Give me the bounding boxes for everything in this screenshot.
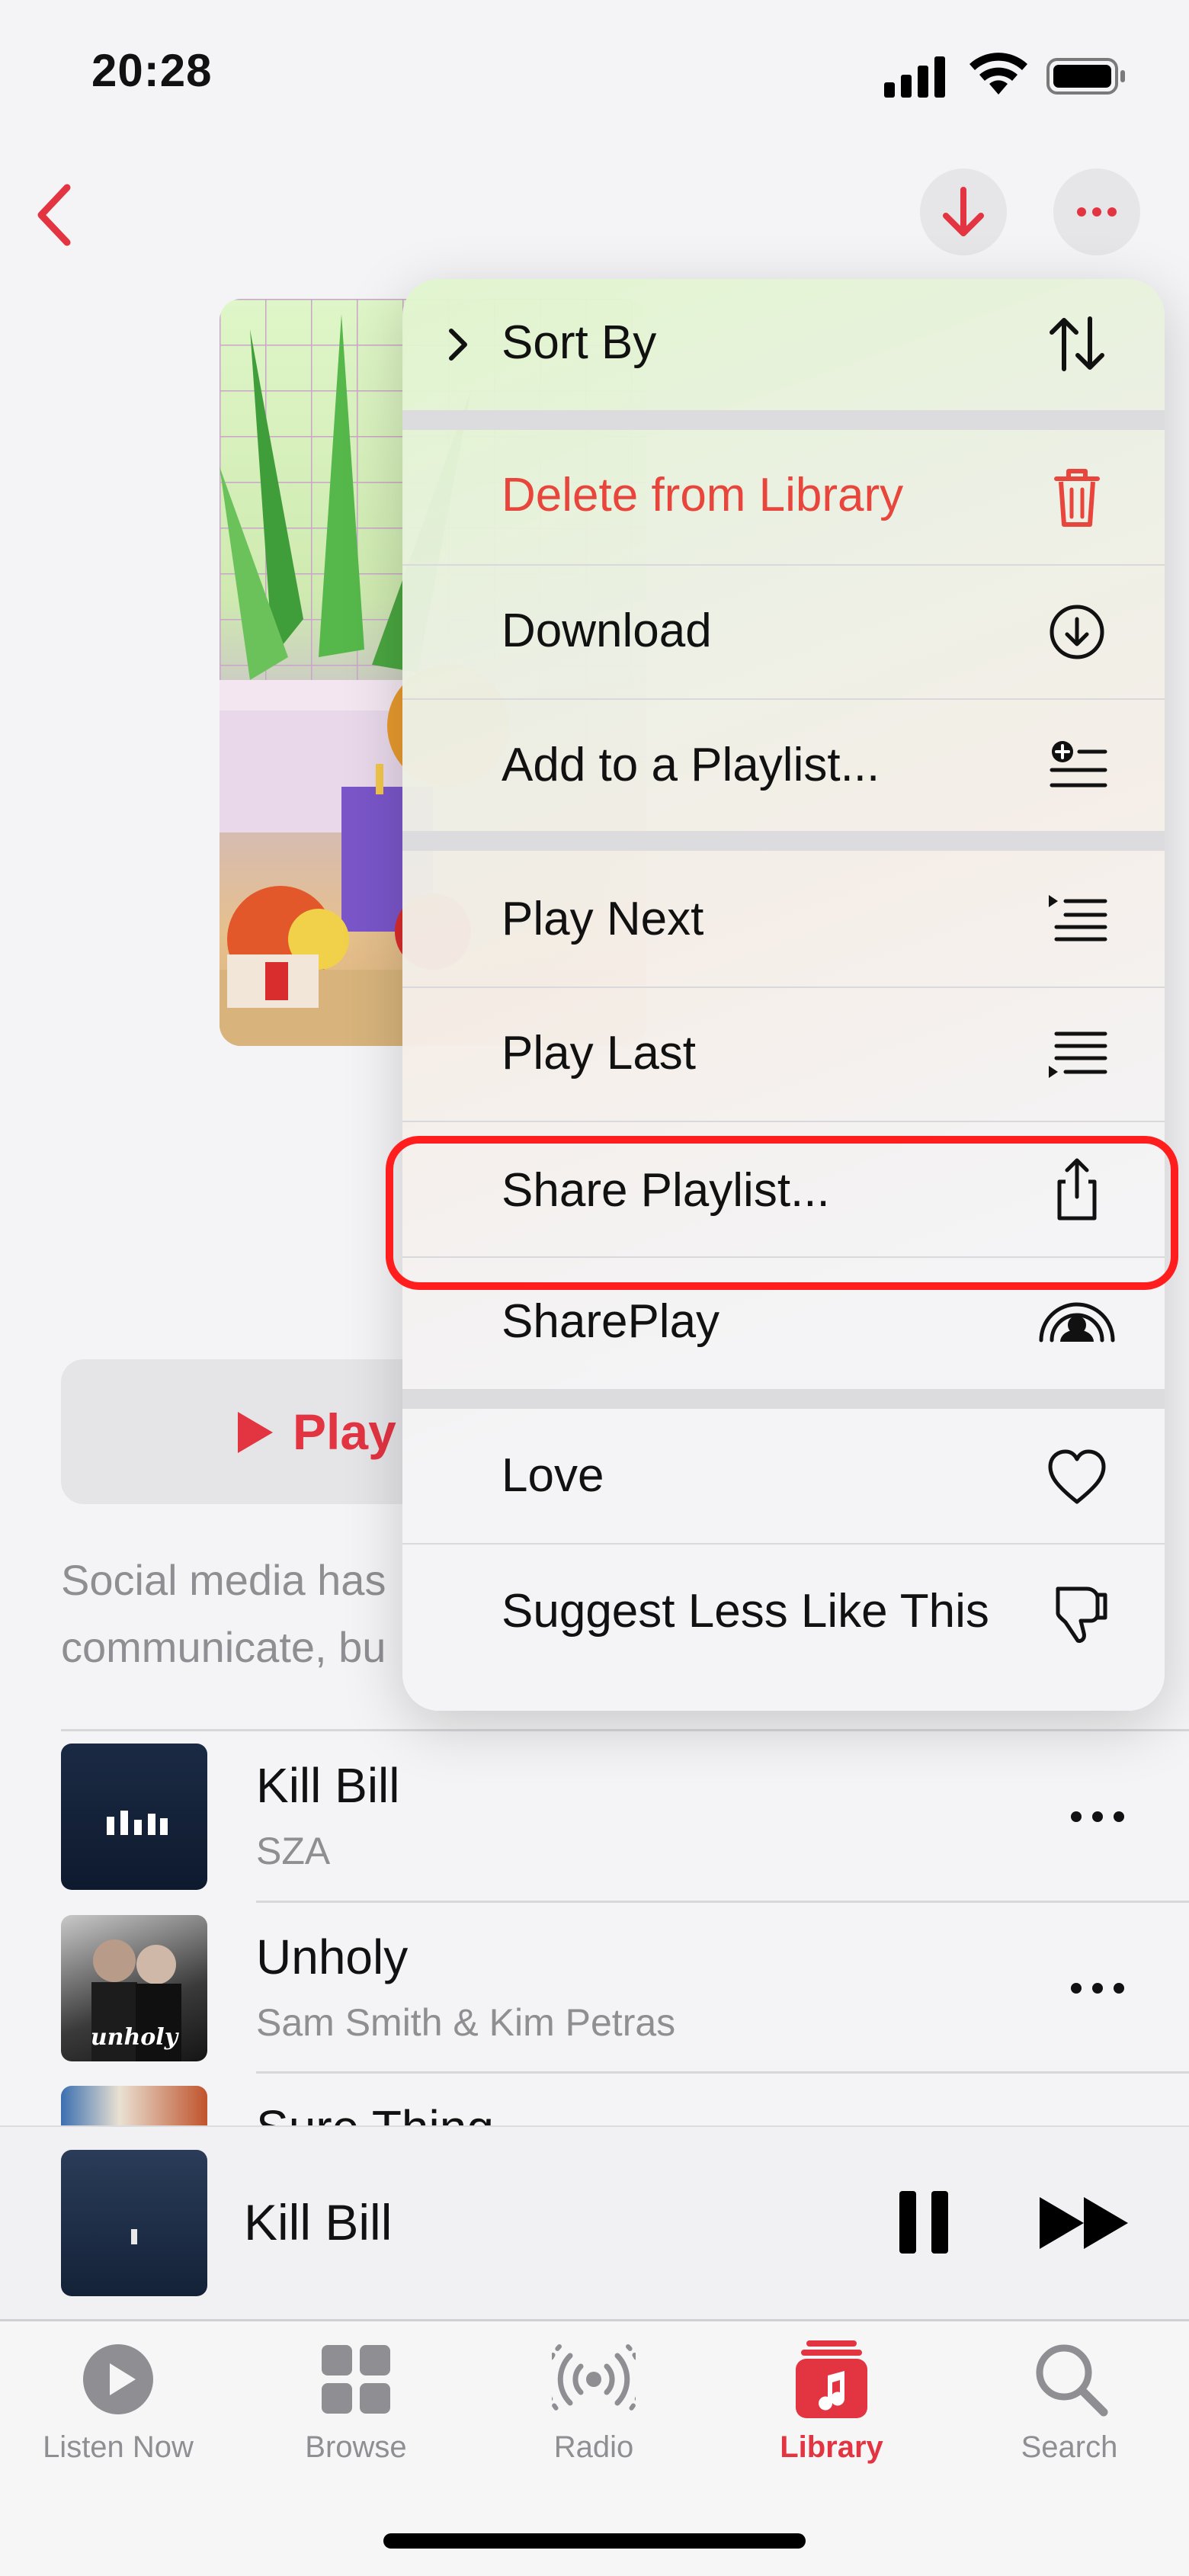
download-arrow-icon [943, 187, 984, 236]
playlist-description: communicate, bu [61, 1623, 386, 1671]
playlist-description: Social media has [61, 1556, 386, 1604]
status-icons [884, 53, 1125, 98]
add-to-playlist-icon [1050, 741, 1107, 788]
menu-separator [402, 1389, 1165, 1409]
library-icon [796, 2340, 867, 2418]
track-row[interactable]: Kill Bill SZA [0, 1731, 1189, 1902]
tab-listen-now[interactable]: Listen Now [8, 2333, 229, 2485]
tab-label: Listen Now [43, 2430, 194, 2464]
trash-icon [1054, 469, 1100, 527]
menu-item-play-next[interactable]: Play Next [402, 851, 1165, 986]
menu-item-add-to-playlist[interactable]: Add to a Playlist... [402, 700, 1165, 831]
menu-item-label: Love [502, 1449, 604, 1502]
tab-label: Browse [305, 2430, 407, 2464]
menu-item-label: Suggest Less Like This [502, 1585, 989, 1638]
play-button-label: Play [293, 1403, 396, 1460]
shareplay-icon [1039, 1302, 1115, 1343]
download-button[interactable] [920, 168, 1007, 255]
radio-icon [552, 2344, 636, 2414]
track-title: Kill Bill [256, 1758, 400, 1813]
highlight-annotation [386, 1136, 1178, 1290]
track-artwork [61, 2086, 207, 2125]
pause-button[interactable] [893, 2188, 954, 2257]
ellipsis-icon [1077, 207, 1117, 217]
tab-library[interactable]: Library [721, 2333, 942, 2485]
tab-browse[interactable]: Browse [245, 2333, 466, 2485]
track-more-button[interactable] [1059, 1973, 1136, 2003]
menu-item-label: Play Last [502, 1027, 697, 1079]
menu-item-suggest-less[interactable]: Suggest Less Like This [402, 1545, 1165, 1680]
track-artist: Sam Smith & Kim Petras [256, 2001, 676, 2044]
menu-item-label: Play Next [502, 893, 704, 945]
track-title: Sure Thing [256, 2100, 494, 2125]
grid-icon [322, 2345, 390, 2414]
play-icon [238, 1412, 273, 1453]
wifi-icon [969, 53, 1027, 95]
menu-item-label: Sort By [502, 316, 657, 369]
now-playing-artwork [61, 2150, 207, 2296]
tab-label: Library [780, 2430, 883, 2464]
menu-item-love[interactable]: Love [402, 1409, 1165, 1543]
sort-arrows-icon [1050, 316, 1104, 371]
search-icon [1036, 2344, 1108, 2417]
battery-icon [1046, 58, 1125, 95]
track-artwork [61, 1744, 207, 1890]
cellular-signal-icon [884, 56, 945, 98]
now-playing-title: Kill Bill [244, 2194, 393, 2250]
tab-label: Radio [553, 2430, 634, 2464]
menu-item-delete-from-library[interactable]: Delete from Library [402, 430, 1165, 564]
heart-icon [1048, 1449, 1106, 1504]
menu-item-label: SharePlay [502, 1295, 720, 1348]
menu-item-label: Add to a Playlist... [502, 739, 880, 791]
menu-item-download[interactable]: Download [402, 566, 1165, 698]
tab-radio[interactable]: Radio [483, 2333, 704, 2485]
menu-separator [402, 831, 1165, 851]
menu-item-label: Delete from Library [502, 469, 904, 521]
artwork-figure [131, 2229, 137, 2244]
more-options-button[interactable] [1053, 168, 1140, 255]
mini-player[interactable] [0, 2125, 1189, 2321]
skip-forward-button[interactable] [1037, 2193, 1133, 2254]
album-art-text: unholy [90, 2024, 178, 2051]
track-row[interactable]: unholy Unholy Sam Smith & Kim Petras [0, 1903, 1189, 2074]
context-menu: Sort By Delete from Library Download Add… [402, 279, 1165, 1711]
back-button[interactable] [21, 172, 90, 256]
download-circle-icon [1050, 605, 1104, 659]
home-indicator [383, 2533, 806, 2549]
tab-search[interactable]: Search [959, 2333, 1180, 2485]
track-title: Unholy [256, 1930, 409, 1984]
waveform-icon [107, 1811, 168, 1835]
status-time: 20:28 [91, 45, 213, 96]
menu-item-sort-by[interactable]: Sort By [402, 279, 1165, 410]
menu-separator [402, 410, 1165, 430]
track-artist: SZA [256, 1830, 331, 1872]
track-more-button[interactable] [1059, 1801, 1136, 1832]
play-circle-icon [83, 2344, 153, 2414]
menu-item-play-last[interactable]: Play Last [402, 988, 1165, 1121]
chevron-left-icon [37, 184, 71, 246]
chevron-right-icon [449, 329, 467, 361]
play-next-icon [1049, 895, 1107, 942]
play-last-icon [1049, 1031, 1107, 1078]
track-artwork: unholy [61, 1915, 207, 2061]
track-row[interactable]: Sure Thing [0, 2074, 1189, 2125]
thumbs-down-icon [1056, 1586, 1107, 1643]
tab-label: Search [1021, 2430, 1118, 2464]
menu-item-label: Download [502, 605, 712, 657]
